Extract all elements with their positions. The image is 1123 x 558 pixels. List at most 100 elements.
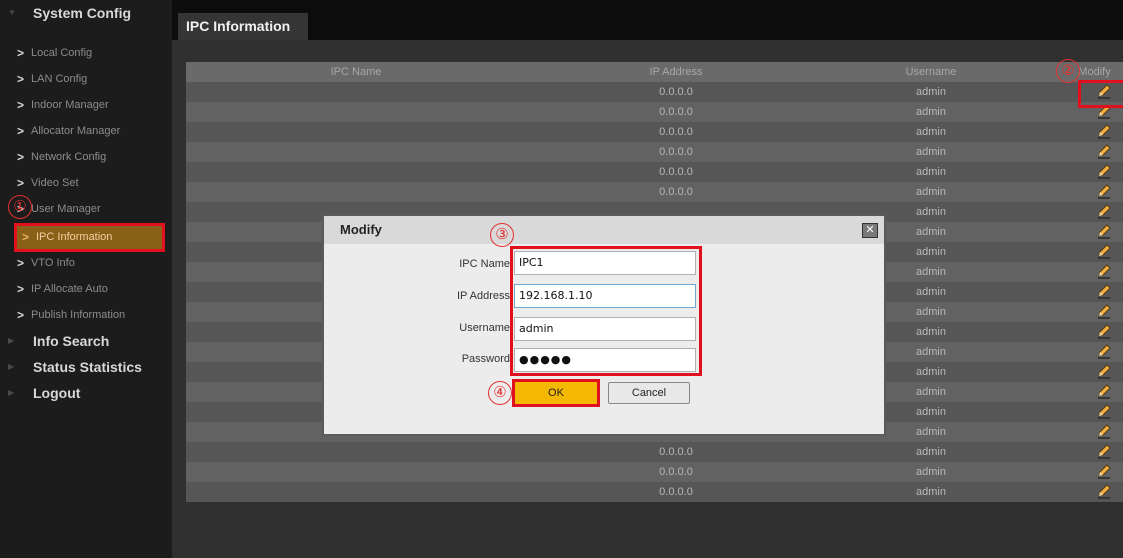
chevron-right-icon: >: [17, 124, 25, 138]
edit-pencil-icon[interactable]: [1096, 263, 1114, 281]
table-row: 0.0.0.0 admin: [186, 162, 1123, 182]
edit-pencil-icon[interactable]: [1096, 203, 1114, 221]
chevron-right-icon: >: [17, 282, 25, 296]
ok-button[interactable]: OK: [512, 379, 600, 407]
table-row: 0.0.0.0 admin: [186, 182, 1123, 202]
edit-pencil-icon[interactable]: [1096, 403, 1114, 421]
edit-pencil-icon[interactable]: [1096, 223, 1114, 241]
edit-pencil-icon[interactable]: [1096, 343, 1114, 361]
cell-ip-address: 0.0.0.0: [659, 186, 693, 198]
step-number-2: ②: [1056, 59, 1080, 83]
sidebar-item-local-config[interactable]: > Local Config: [17, 40, 165, 66]
cell-username: admin: [916, 106, 946, 118]
edit-pencil-icon[interactable]: [1096, 163, 1114, 181]
chevron-right-icon: >: [17, 176, 25, 190]
ip-address-field[interactable]: 192.168.1.10: [514, 284, 696, 308]
cell-username: admin: [916, 186, 946, 198]
column-header-ipc-name: IPC Name: [330, 66, 382, 78]
cell-username: admin: [916, 126, 946, 138]
sidebar-section-status-statistics[interactable]: ▶ Status Statistics: [0, 354, 172, 380]
sidebar-item-allocator-manager[interactable]: > Allocator Manager: [17, 118, 165, 144]
cell-ip-address: 0.0.0.0: [659, 86, 693, 98]
column-header-username: Username: [905, 66, 957, 78]
edit-pencil-icon[interactable]: [1096, 283, 1114, 301]
cell-ip-address: 0.0.0.0: [659, 126, 693, 138]
cell-username: admin: [916, 166, 946, 178]
edit-pencil-icon[interactable]: [1096, 483, 1114, 501]
sidebar-section-logout[interactable]: ▶ Logout: [0, 380, 172, 406]
table-header: IPC Name IP Address Username Modify: [186, 62, 1123, 82]
cancel-button[interactable]: Cancel: [608, 382, 690, 404]
edit-pencil-icon[interactable]: [1096, 323, 1114, 341]
dialog-title-bar: Modify ✕: [324, 216, 884, 244]
edit-pencil-icon[interactable]: [1096, 303, 1114, 321]
top-bar: [172, 0, 1123, 40]
edit-pencil-icon[interactable]: [1096, 143, 1114, 161]
edit-pencil-icon[interactable]: [1096, 383, 1114, 401]
edit-pencil-icon[interactable]: [1096, 443, 1114, 461]
edit-pencil-icon[interactable]: [1096, 423, 1114, 441]
step-number-3: ③: [490, 223, 514, 247]
cell-username: admin: [916, 466, 946, 478]
cell-ip-address: 0.0.0.0: [659, 446, 693, 458]
cell-ip-address: 0.0.0.0: [659, 166, 693, 178]
step-number-1: ①: [8, 195, 32, 219]
field-label-username: Username: [459, 322, 510, 334]
cell-ip-address: 0.0.0.0: [659, 486, 693, 498]
cell-ip-address: 0.0.0.0: [659, 106, 693, 118]
triangle-right-icon: ▶: [8, 362, 15, 371]
cell-username: admin: [916, 486, 946, 498]
field-label-password: Password: [461, 353, 510, 365]
chevron-right-icon: >: [22, 230, 30, 244]
highlight-box-modify: [1078, 80, 1123, 108]
sidebar-item-publish-information[interactable]: > Publish Information: [17, 302, 165, 328]
edit-pencil-icon[interactable]: [1096, 243, 1114, 261]
sidebar-section-system-config[interactable]: ▼ System Config: [0, 0, 172, 26]
triangle-right-icon: ▶: [8, 336, 15, 345]
username-field[interactable]: admin: [514, 317, 696, 341]
table-row: 0.0.0.0 admin: [186, 142, 1123, 162]
table-row: 0.0.0.0 admin: [186, 102, 1123, 122]
sidebar-item-indoor-manager[interactable]: > Indoor Manager: [17, 92, 165, 118]
table-row: 0.0.0.0 admin: [186, 462, 1123, 482]
table-row: 0.0.0.0 admin: [186, 82, 1123, 102]
close-icon[interactable]: ✕: [862, 223, 878, 238]
cell-username: admin: [916, 146, 946, 158]
sidebar-item-user-manager[interactable]: > User Manager: [17, 196, 165, 222]
edit-pencil-icon[interactable]: [1096, 463, 1114, 481]
sidebar-item-vto-info[interactable]: > VTO Info: [17, 250, 165, 276]
sidebar-section-info-search[interactable]: ▶ Info Search: [0, 328, 172, 354]
edit-pencil-icon[interactable]: [1096, 363, 1114, 381]
tab-ipc-information[interactable]: IPC Information: [178, 13, 308, 40]
chevron-right-icon: >: [17, 98, 25, 112]
table-row: 0.0.0.0 admin: [186, 122, 1123, 142]
sidebar-item-video-set[interactable]: > Video Set: [17, 170, 165, 196]
sidebar-item-lan-config[interactable]: > LAN Config: [17, 66, 165, 92]
field-label-ip-address: IP Address: [457, 290, 510, 302]
chevron-right-icon: >: [17, 150, 25, 164]
chevron-right-icon: >: [17, 46, 25, 60]
triangle-down-icon: ▼: [8, 8, 16, 17]
ipc-name-field[interactable]: IPC1: [514, 251, 696, 275]
cell-username: admin: [916, 86, 946, 98]
sidebar-item-ip-allocate-auto[interactable]: > IP Allocate Auto: [17, 276, 165, 302]
sidebar-item-ipc-information[interactable]: > IPC Information: [14, 223, 165, 252]
sidebar-item-network-config[interactable]: > Network Config: [17, 144, 165, 170]
cell-ip-address: 0.0.0.0: [659, 146, 693, 158]
table-row: 0.0.0.0 admin: [186, 482, 1123, 502]
chevron-right-icon: >: [17, 256, 25, 270]
cell-username: admin: [916, 446, 946, 458]
edit-pencil-icon[interactable]: [1096, 183, 1114, 201]
column-header-ip-address: IP Address: [649, 66, 703, 78]
cell-ip-address: 0.0.0.0: [659, 466, 693, 478]
sidebar: ▼ System Config > Local Config > LAN Con…: [0, 0, 172, 558]
dialog-title: Modify: [340, 222, 382, 237]
chevron-right-icon: >: [17, 72, 25, 86]
field-label-ipc-name: IPC Name: [459, 258, 510, 270]
table-row: 0.0.0.0 admin: [186, 442, 1123, 462]
edit-pencil-icon[interactable]: [1096, 123, 1114, 141]
chevron-right-icon: >: [17, 308, 25, 322]
password-field[interactable]: ●●●●●: [514, 348, 696, 372]
triangle-right-icon: ▶: [8, 388, 15, 397]
step-number-4: ④: [488, 381, 512, 405]
